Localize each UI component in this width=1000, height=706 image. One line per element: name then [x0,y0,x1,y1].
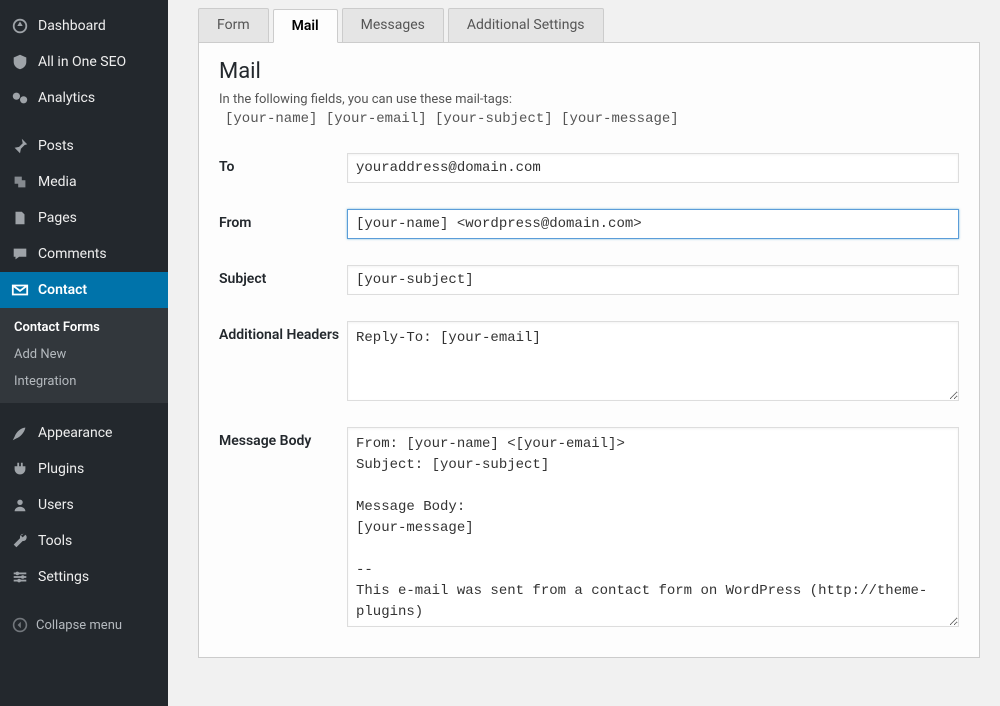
collapse-label: Collapse menu [36,618,122,633]
sidebar-item-analytics[interactable]: Analytics [0,80,168,116]
sidebar-item-contact[interactable]: Contact [0,272,168,308]
users-icon [10,495,30,515]
input-headers[interactable] [347,321,959,401]
sidebar-item-label: Analytics [38,90,95,106]
sidebar-item-appearance[interactable]: Appearance [0,415,168,451]
panel-heading: Mail [219,59,959,84]
label-headers: Additional Headers [219,321,347,343]
sidebar-item-label: Comments [38,246,107,262]
sidebar-item-users[interactable]: Users [0,487,168,523]
sidebar-item-plugins[interactable]: Plugins [0,451,168,487]
label-subject: Subject [219,265,347,287]
tab-messages[interactable]: Messages [342,8,444,42]
submenu-item-integration[interactable]: Integration [0,368,168,395]
input-body[interactable] [347,427,959,627]
tab-bar: Form Mail Messages Additional Settings [198,8,980,43]
pin-icon [10,136,30,156]
sidebar-item-label: All in One SEO [38,54,126,70]
sidebar-item-label: Users [38,497,74,513]
sidebar-item-posts[interactable]: Posts [0,128,168,164]
admin-sidebar: Dashboard All in One SEO Analytics Posts… [0,0,168,706]
row-from: From [219,209,959,239]
submenu-item-add-new[interactable]: Add New [0,341,168,368]
input-subject[interactable] [347,265,959,295]
media-icon [10,172,30,192]
settings-icon [10,567,30,587]
label-to: To [219,153,347,175]
tools-icon [10,531,30,551]
pages-icon [10,208,30,228]
input-to[interactable] [347,153,959,183]
sidebar-item-settings[interactable]: Settings [0,559,168,595]
sidebar-item-tools[interactable]: Tools [0,523,168,559]
shield-icon [10,52,30,72]
sidebar-item-label: Appearance [38,425,112,441]
dashboard-icon [10,16,30,36]
row-subject: Subject [219,265,959,295]
tab-mail[interactable]: Mail [273,9,338,43]
sidebar-item-pages[interactable]: Pages [0,200,168,236]
collapse-menu[interactable]: Collapse menu [0,607,168,643]
sidebar-item-label: Settings [38,569,89,585]
mail-icon [10,280,30,300]
sidebar-item-label: Tools [38,533,72,549]
tab-additional-settings[interactable]: Additional Settings [448,8,604,42]
appearance-icon [10,423,30,443]
sidebar-item-label: Plugins [38,461,84,477]
sidebar-submenu-contact: Contact Forms Add New Integration [0,308,168,403]
row-headers: Additional Headers [219,321,959,401]
collapse-icon [12,617,28,633]
analytics-icon [10,88,30,108]
main-content: Form Mail Messages Additional Settings M… [168,0,1000,706]
sidebar-item-label: Contact [38,282,87,298]
sidebar-item-comments[interactable]: Comments [0,236,168,272]
sidebar-item-seo[interactable]: All in One SEO [0,44,168,80]
submenu-item-contact-forms[interactable]: Contact Forms [0,314,168,341]
tab-form[interactable]: Form [198,8,269,42]
panel-description: In the following fields, you can use the… [219,92,959,107]
sidebar-item-label: Dashboard [38,18,106,34]
label-from: From [219,209,347,231]
sidebar-item-label: Media [38,174,77,190]
mail-panel: Mail In the following fields, you can us… [198,43,980,658]
mail-tags: [your-name] [your-email] [your-subject] … [219,111,959,127]
sidebar-item-dashboard[interactable]: Dashboard [0,8,168,44]
row-to: To [219,153,959,183]
sidebar-item-label: Pages [38,210,77,226]
plugins-icon [10,459,30,479]
row-body: Message Body [219,427,959,627]
label-body: Message Body [219,427,347,449]
sidebar-item-media[interactable]: Media [0,164,168,200]
input-from[interactable] [347,209,959,239]
sidebar-item-label: Posts [38,138,74,154]
comments-icon [10,244,30,264]
